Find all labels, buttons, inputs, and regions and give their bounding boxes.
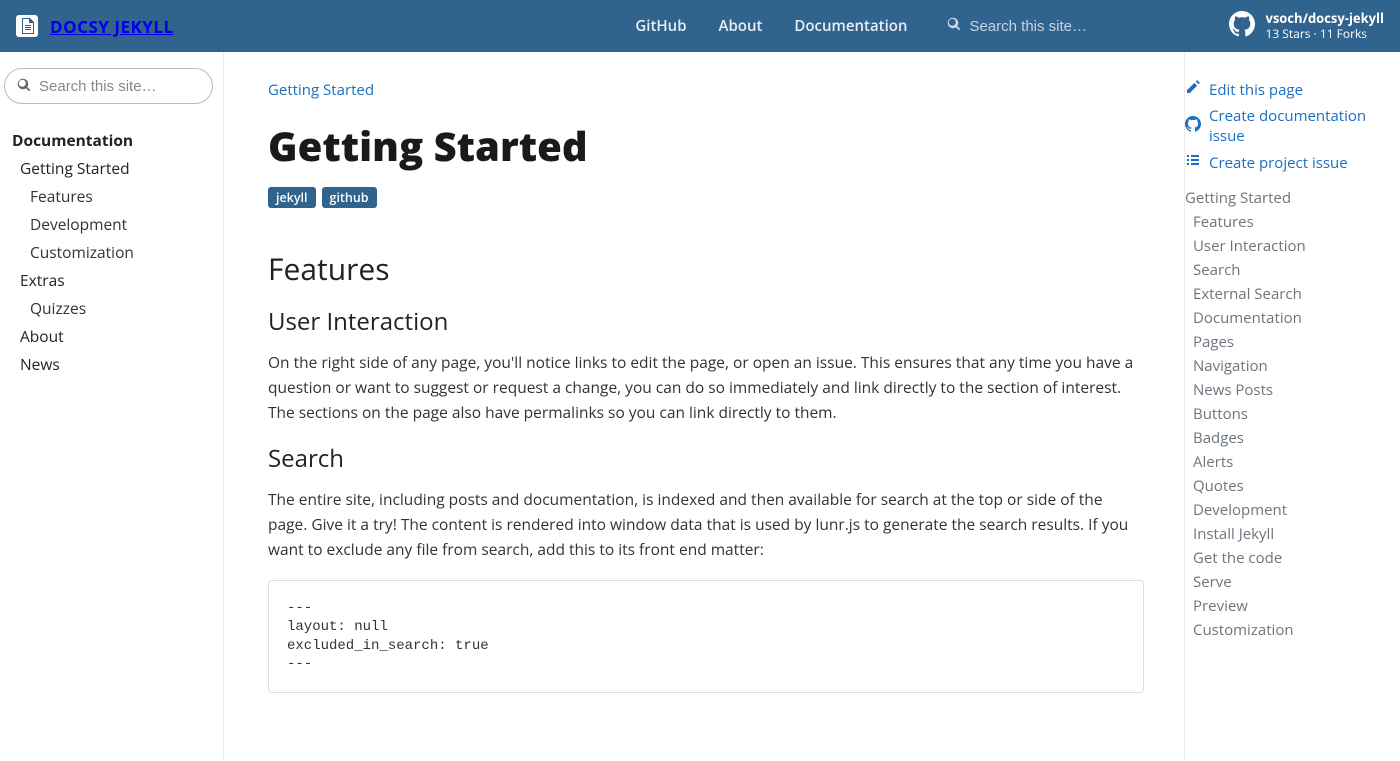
github-block[interactable]: vsoch/docsy-jekyll 13 Stars · 11 Forks	[1229, 11, 1384, 42]
paragraph-user-interaction: On the right side of any page, you'll no…	[268, 350, 1144, 424]
page-actions: Edit this page Create documentation issue…	[1185, 76, 1382, 176]
heading-user-interaction: User Interaction	[268, 305, 1144, 338]
brand-link[interactable]: DOCSY JEKYLL	[16, 15, 174, 38]
nav-link-documentation[interactable]: Documentation	[794, 16, 907, 36]
document-icon	[16, 15, 38, 37]
toc-pages[interactable]: Pages	[1185, 330, 1382, 354]
toc-navigation[interactable]: Navigation	[1185, 354, 1382, 378]
toc-news-posts[interactable]: News Posts	[1185, 378, 1382, 402]
page-action-label: Create project issue	[1209, 153, 1348, 173]
brand-text: DOCSY JEKYLL	[50, 15, 174, 38]
main-content: Getting Started Getting Started jekyll gi…	[224, 52, 1184, 761]
code-block: --- layout: null excluded_in_search: tru…	[268, 580, 1144, 694]
toc-getting-started[interactable]: Getting Started	[1185, 186, 1382, 210]
sidebar-search[interactable]	[4, 68, 213, 104]
tag-jekyll[interactable]: jekyll	[268, 187, 316, 208]
toc-install-jekyll[interactable]: Install Jekyll	[1185, 522, 1382, 546]
toc-search[interactable]: Search	[1185, 258, 1382, 282]
toc-quotes[interactable]: Quotes	[1185, 474, 1382, 498]
header-search[interactable]	[947, 16, 1189, 36]
nav-link-about[interactable]: About	[719, 16, 763, 36]
toc-features[interactable]: Features	[1185, 210, 1382, 234]
heading-search: Search	[268, 442, 1144, 475]
sidebar-item-extras[interactable]: Extras	[12, 266, 213, 294]
sidebar-item-customization[interactable]: Customization	[12, 238, 213, 266]
github-icon	[1229, 11, 1255, 42]
toc-preview[interactable]: Preview	[1185, 594, 1382, 618]
sidebar-item-news[interactable]: News	[12, 350, 213, 378]
toc-user-interaction[interactable]: User Interaction	[1185, 234, 1382, 258]
toc-customization[interactable]: Customization	[1185, 618, 1382, 642]
top-navbar: DOCSY JEKYLL GitHub About Documentation …	[0, 0, 1400, 52]
paragraph-search: The entire site, including posts and doc…	[268, 487, 1144, 561]
sidebar-item-getting-started[interactable]: Getting Started	[12, 154, 213, 182]
sidebar-search-input[interactable]	[39, 78, 200, 95]
tags: jekyll github	[268, 187, 1144, 208]
breadcrumb: Getting Started	[268, 80, 1144, 100]
list-icon	[1185, 152, 1201, 173]
search-icon	[17, 75, 31, 97]
breadcrumb-link[interactable]: Getting Started	[268, 80, 374, 100]
toc-serve[interactable]: Serve	[1185, 570, 1382, 594]
sidebar-nav: DocumentationGetting StartedFeaturesDeve…	[6, 126, 213, 378]
page-action-label: Create documentation issue	[1209, 106, 1382, 146]
tag-github[interactable]: github	[322, 187, 377, 208]
github-icon	[1185, 116, 1201, 137]
sidebar-left: DocumentationGetting StartedFeaturesDeve…	[0, 52, 224, 761]
sidebar-item-documentation[interactable]: Documentation	[12, 126, 213, 154]
github-text: vsoch/docsy-jekyll 13 Stars · 11 Forks	[1265, 11, 1384, 41]
toc-external-search[interactable]: External Search	[1185, 282, 1382, 306]
nav-link-github[interactable]: GitHub	[635, 16, 686, 36]
nav-links: GitHub About Documentation	[635, 16, 907, 36]
toc-get-the-code[interactable]: Get the code	[1185, 546, 1382, 570]
search-icon	[947, 16, 961, 36]
sidebar-item-about[interactable]: About	[12, 322, 213, 350]
github-meta: 13 Stars · 11 Forks	[1265, 27, 1384, 41]
sidebar-item-quizzes[interactable]: Quizzes	[12, 294, 213, 322]
toc-documentation[interactable]: Documentation	[1185, 306, 1382, 330]
sidebar-right: Edit this page Create documentation issue…	[1184, 52, 1396, 761]
page-title: Getting Started	[268, 118, 1144, 173]
toc-buttons[interactable]: Buttons	[1185, 402, 1382, 426]
sidebar-item-features[interactable]: Features	[12, 182, 213, 210]
edit-icon	[1185, 79, 1201, 100]
sidebar-item-development[interactable]: Development	[12, 210, 213, 238]
heading-features: Features	[268, 248, 1144, 289]
page-action-create-project-issue[interactable]: Create project issue	[1185, 149, 1382, 176]
toc-alerts[interactable]: Alerts	[1185, 450, 1382, 474]
toc-development[interactable]: Development	[1185, 498, 1382, 522]
header-search-input[interactable]	[969, 18, 1189, 35]
page-action-edit-this-page[interactable]: Edit this page	[1185, 76, 1382, 103]
page-action-label: Edit this page	[1209, 80, 1303, 100]
toc: Getting StartedFeaturesUser InteractionS…	[1185, 186, 1382, 642]
toc-badges[interactable]: Badges	[1185, 426, 1382, 450]
page-action-create-documentation-issue[interactable]: Create documentation issue	[1185, 103, 1382, 149]
